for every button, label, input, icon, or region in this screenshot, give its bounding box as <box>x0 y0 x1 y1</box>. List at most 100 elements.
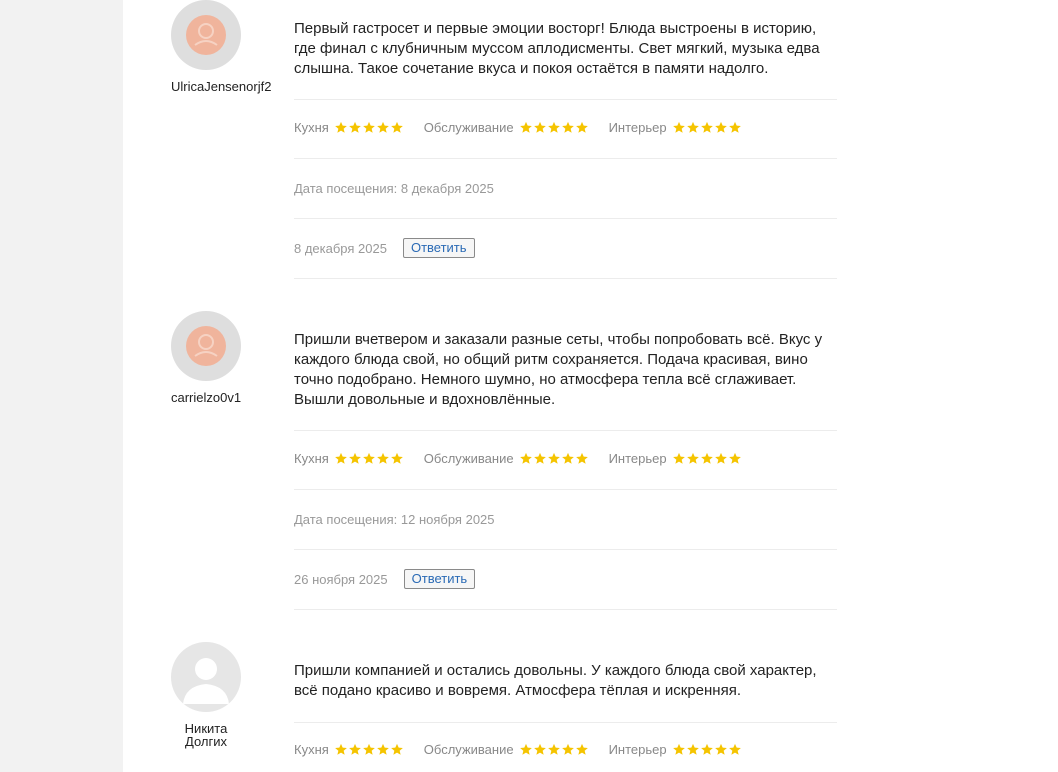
star-icon <box>575 452 588 464</box>
review-text: Первый гастросет и первые эмоции восторг… <box>294 20 820 77</box>
review-card: UlricaJensenorjf2 Первый гастросет и пер… <box>123 0 1058 279</box>
reviews-page: UlricaJensenorjf2 Первый гастросет и пер… <box>123 0 1058 772</box>
star-icon <box>519 121 532 133</box>
visit-date: Дата посещения: 12 ноября 2025 <box>294 512 495 527</box>
reply-button[interactable]: Ответить <box>402 238 475 258</box>
stars-rating <box>334 121 404 134</box>
star-icon <box>714 452 727 464</box>
star-icon <box>575 121 588 133</box>
rating-label: Интерьер <box>608 741 667 757</box>
user-avatar-placeholder-icon[interactable] <box>171 311 241 381</box>
star-icon <box>348 121 361 133</box>
star-icon <box>519 743 532 755</box>
rating-service: Обслуживание <box>424 451 589 466</box>
stars-rating <box>519 452 589 465</box>
star-icon <box>561 743 574 755</box>
review-content: Пришли компанией и остались довольны. У … <box>294 642 837 772</box>
rating-kitchen: Кухня <box>294 742 404 757</box>
rating-label: Кухня <box>294 119 329 135</box>
divider <box>294 549 837 550</box>
ratings-row: Кухня Обслуживание Интерьер <box>294 448 762 468</box>
star-icon <box>547 743 560 755</box>
review-text: Пришли вчетвером и заказали разные сеты,… <box>294 331 823 408</box>
stars-rating <box>334 452 404 465</box>
star-icon <box>334 743 347 755</box>
star-icon <box>376 743 389 755</box>
star-icon <box>714 121 727 133</box>
divider <box>294 489 837 490</box>
star-icon <box>672 121 685 133</box>
review-footer: 26 ноября 2025 Ответить <box>294 569 476 589</box>
review-card: carrielzo0v1 Пришли вчетвером и заказали… <box>123 311 1058 610</box>
star-icon <box>376 452 389 464</box>
star-icon <box>390 452 403 464</box>
star-icon <box>376 121 389 133</box>
star-icon <box>348 743 361 755</box>
rating-interior: Интерьер <box>609 451 742 466</box>
rating-service: Обслуживание <box>424 742 589 757</box>
star-icon <box>362 452 375 464</box>
star-icon <box>533 452 546 464</box>
star-icon <box>561 121 574 133</box>
review-footer: 8 декабря 2025 Ответить <box>294 238 475 258</box>
review-date: 8 декабря 2025 <box>294 240 387 256</box>
star-icon <box>390 743 403 755</box>
star-icon <box>348 452 361 464</box>
star-icon <box>728 121 741 133</box>
stars-rating <box>672 452 742 465</box>
star-icon <box>547 452 560 464</box>
star-icon <box>686 121 699 133</box>
rating-label: Обслуживание <box>423 119 514 135</box>
rating-interior: Интерьер <box>609 120 742 135</box>
star-icon <box>533 121 546 133</box>
ratings-row: Кухня Обслуживание Интерьер <box>294 117 762 137</box>
review-text: Пришли компанией и остались довольны. У … <box>294 662 817 699</box>
rating-label: Интерьер <box>608 119 667 135</box>
star-icon <box>533 743 546 755</box>
star-icon <box>672 743 685 755</box>
rating-service: Обслуживание <box>424 120 589 135</box>
star-icon <box>334 121 347 133</box>
star-icon <box>334 452 347 464</box>
review-content: Первый гастросет и первые эмоции восторг… <box>294 0 837 279</box>
review-username[interactable]: UlricaJensenorjf2 <box>171 80 271 94</box>
stars-rating <box>519 743 589 756</box>
divider <box>294 430 837 431</box>
star-icon <box>362 743 375 755</box>
review-date: 26 ноября 2025 <box>294 571 388 587</box>
star-icon <box>700 452 713 464</box>
star-icon <box>700 743 713 755</box>
rating-label: Кухня <box>294 741 329 757</box>
star-icon <box>547 121 560 133</box>
user-avatar-placeholder-icon[interactable] <box>171 0 241 70</box>
stars-rating <box>672 743 742 756</box>
review-username[interactable]: carrielzo0v1 <box>171 391 241 405</box>
user-silhouette-icon[interactable] <box>171 642 241 712</box>
star-icon <box>390 121 403 133</box>
divider <box>294 99 837 100</box>
divider <box>294 278 837 279</box>
rating-interior: Интерьер <box>609 742 742 757</box>
star-icon <box>728 452 741 464</box>
rating-label: Кухня <box>294 450 329 466</box>
divider <box>294 158 837 159</box>
visit-date: Дата посещения: 8 декабря 2025 <box>294 181 494 196</box>
stars-rating <box>672 121 742 134</box>
rating-label: Обслуживание <box>423 741 514 757</box>
star-icon <box>700 121 713 133</box>
rating-kitchen: Кухня <box>294 120 404 135</box>
stars-rating <box>334 743 404 756</box>
review-content: Пришли вчетвером и заказали разные сеты,… <box>294 311 837 610</box>
reply-button[interactable]: Ответить <box>403 569 476 589</box>
divider <box>294 218 837 219</box>
star-icon <box>728 743 741 755</box>
star-icon <box>714 743 727 755</box>
rating-label: Интерьер <box>608 450 667 466</box>
ratings-row: Кухня Обслуживание Интерьер <box>294 739 762 759</box>
star-icon <box>686 743 699 755</box>
star-icon <box>686 452 699 464</box>
divider <box>294 609 837 610</box>
star-icon <box>519 452 532 464</box>
review-username[interactable]: Никита Долгих <box>171 722 241 748</box>
star-icon <box>575 743 588 755</box>
